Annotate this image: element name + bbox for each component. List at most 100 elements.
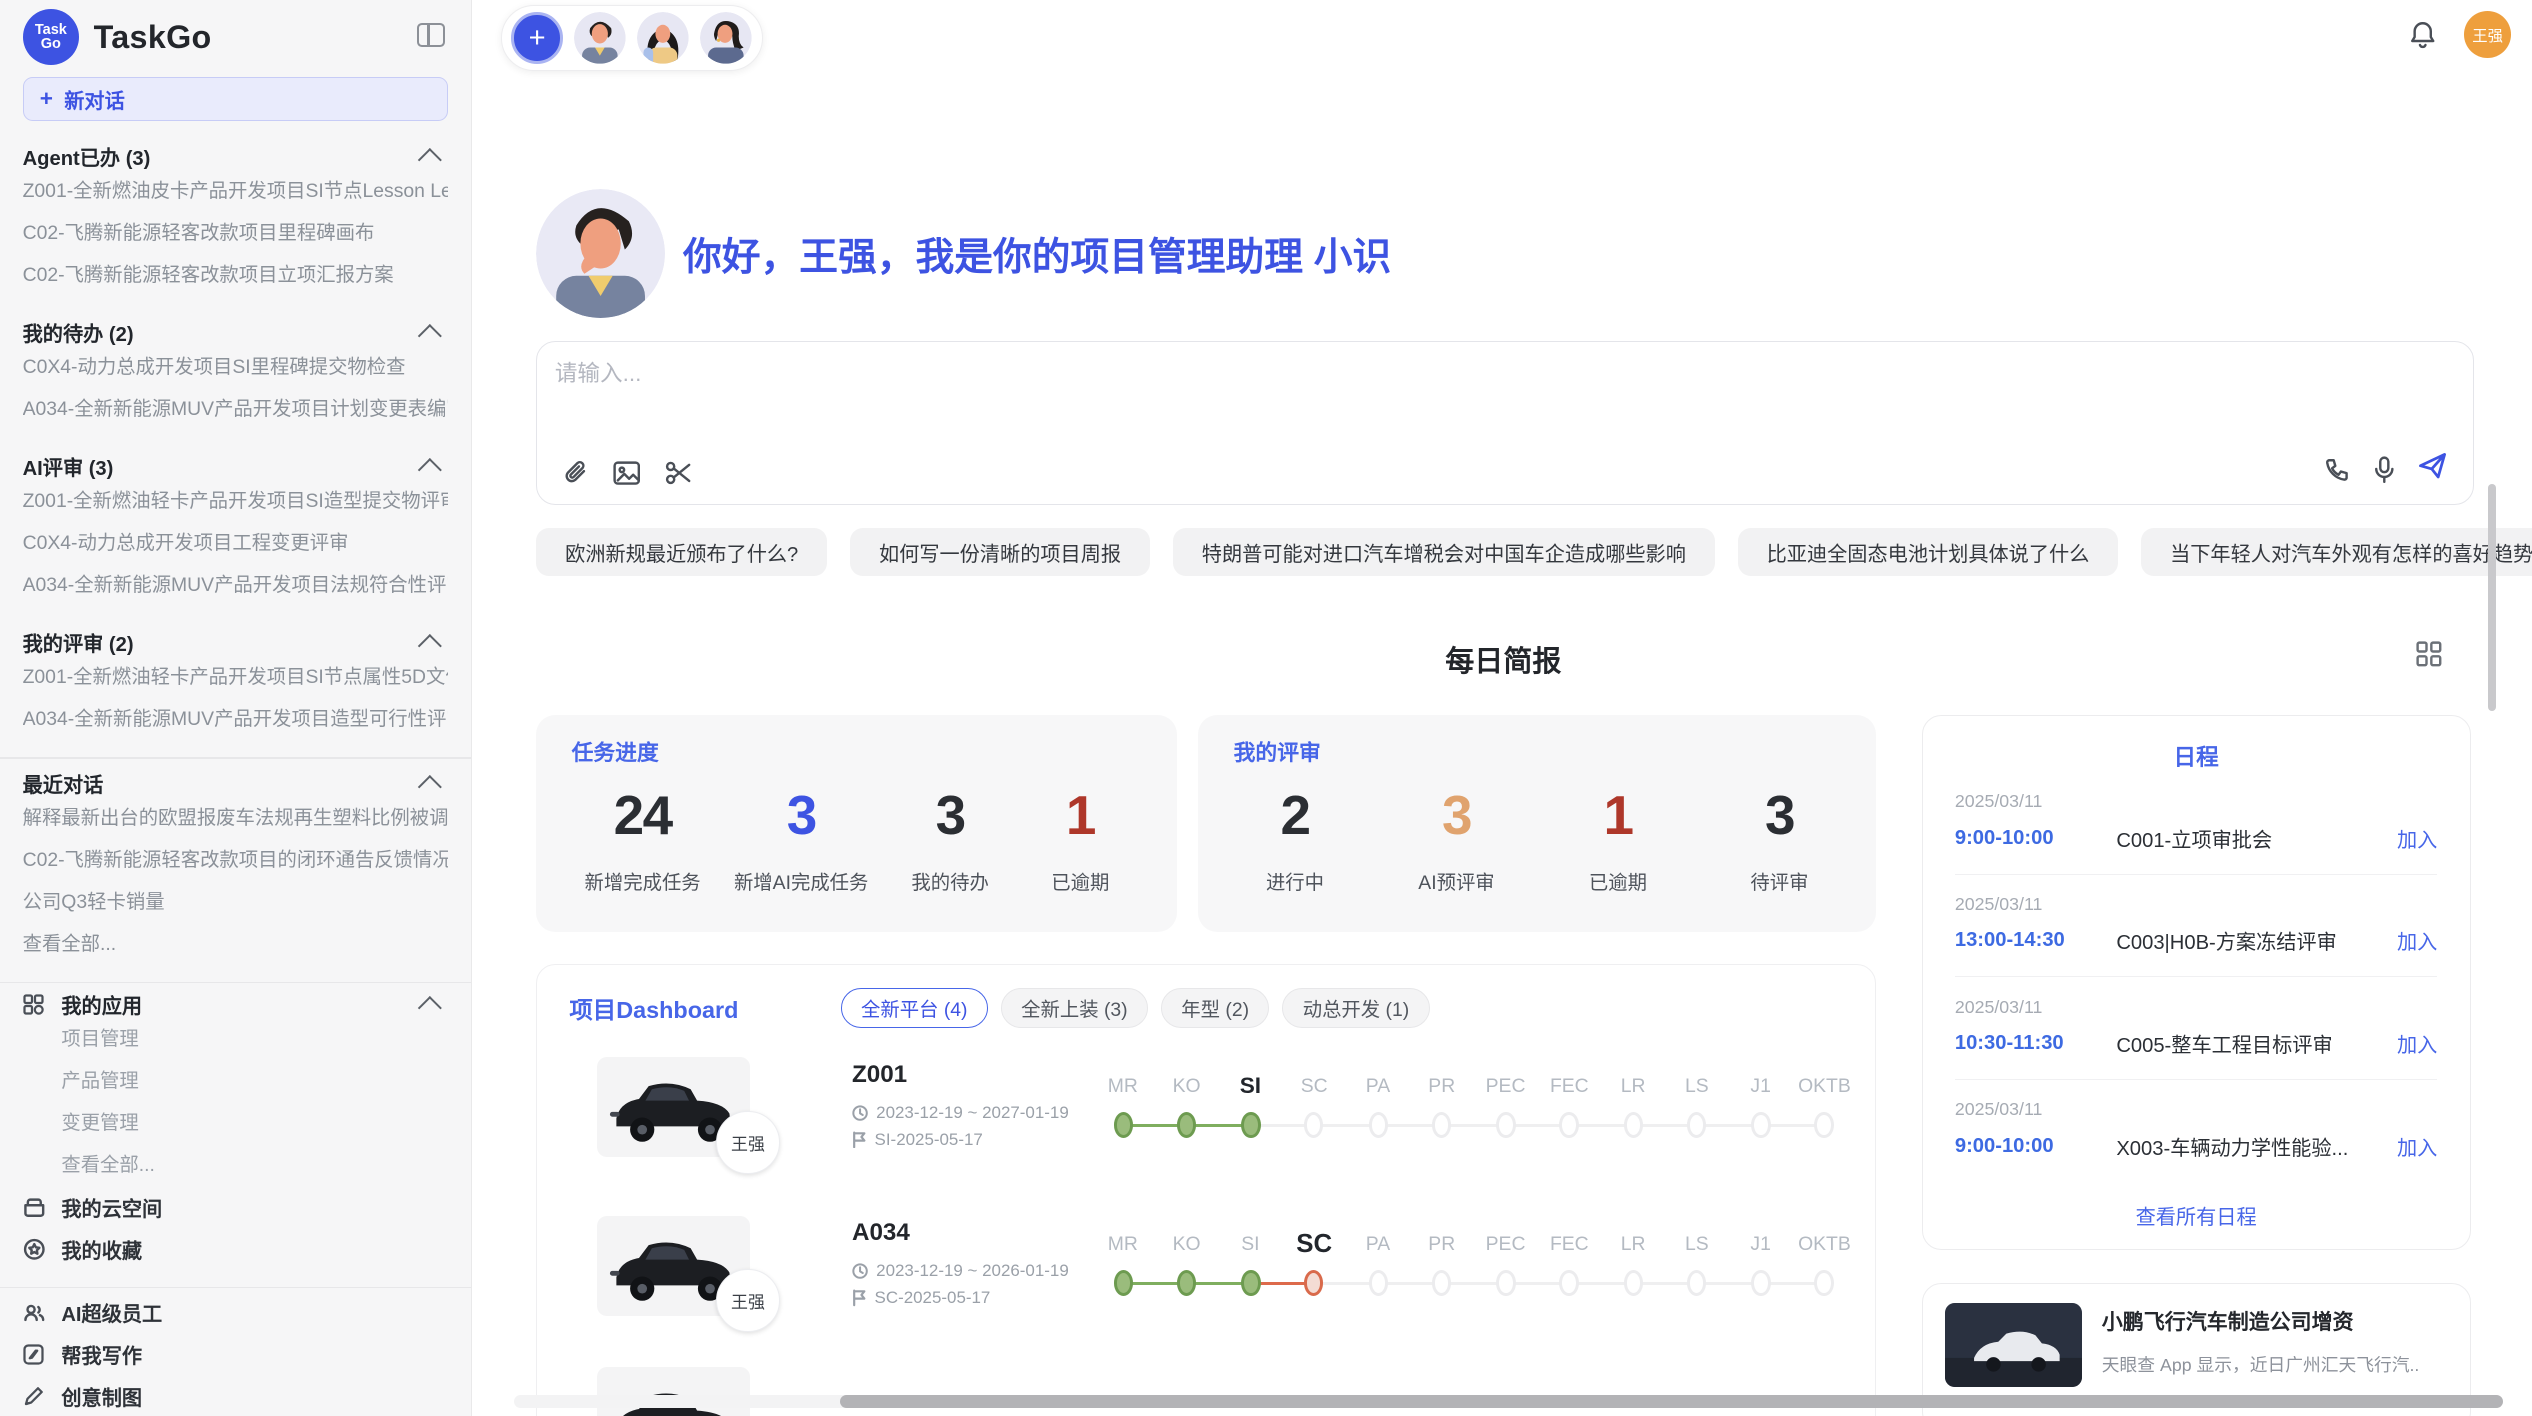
horizontal-scrollbar-track — [514, 1395, 2494, 1408]
event-date: 2025/03/11 — [1955, 894, 2437, 915]
event-date: 2025/03/11 — [1955, 997, 2437, 1018]
send-icon[interactable] — [2418, 452, 2447, 486]
filter-chip-body[interactable]: 全新上装 (3) — [1001, 988, 1148, 1029]
schedule-title: 日程 — [1955, 739, 2437, 772]
stat-cards: 任务进度 24新增完成任务 3新增AI完成任务 3我的待办 1已逾期 我的评审 … — [536, 715, 1876, 931]
sidebar-item[interactable]: A034-全新新能源MUV产品开发项目造型可行性评审 — [23, 699, 448, 741]
sidebar-item-ai-staff[interactable]: AI超级员工 — [23, 1292, 448, 1334]
recent-chat-item[interactable]: C02-飞腾新能源轻客改款项目的闭环通告反馈情况 — [23, 840, 448, 882]
join-link[interactable]: 加入 — [2397, 926, 2437, 955]
sidebar-item[interactable]: Z001-全新燃油轻卡产品开发项目SI节点属性5D文件评审 — [23, 657, 448, 699]
section-my-todo[interactable]: 我的待办 (2) — [23, 318, 448, 347]
sidebar-item[interactable]: C02-飞腾新能源轻客改款项目立项汇报方案 — [23, 255, 448, 297]
sidebar-item[interactable]: Z001-全新燃油轻卡产品开发项目SI造型提交物评审 — [23, 481, 448, 523]
join-link[interactable]: 加入 — [2397, 1132, 2437, 1161]
milestone-dot — [1687, 1270, 1706, 1296]
suggestion-chip[interactable]: 比亚迪全固态电池计划具体说了什么 — [1738, 528, 2119, 576]
milestone-dot-done — [1114, 1112, 1133, 1138]
phone-icon[interactable] — [2324, 457, 2350, 483]
agent-avatar-1[interactable] — [574, 12, 626, 64]
event-name: C003|H0B-方案冻结评审 — [2116, 926, 2397, 955]
microphone-icon[interactable] — [2373, 456, 2396, 483]
scissors-icon[interactable] — [665, 460, 692, 486]
app-title: TaskGo — [94, 19, 212, 56]
sidebar-collapse-icon[interactable] — [417, 23, 444, 47]
chevron-up-icon[interactable] — [418, 634, 441, 657]
event-date: 2025/03/11 — [1955, 791, 2437, 812]
project-dates: 2023-12-19 ~ 2027-01-19 — [852, 1103, 1069, 1123]
section-agent-done[interactable]: Agent已办 (3) — [23, 142, 448, 171]
horizontal-scrollbar-thumb[interactable] — [840, 1395, 2503, 1408]
filter-chip-year[interactable]: 年型 (2) — [1161, 988, 1270, 1029]
layout-grid-icon[interactable] — [2416, 641, 2442, 667]
sidebar-item-favorites[interactable]: 我的收藏 — [23, 1229, 448, 1271]
logo-line1: Task — [35, 23, 67, 38]
chat-input[interactable] — [552, 351, 2335, 438]
stat-new-done: 24新增完成任务 — [585, 783, 701, 894]
stat-ai-prereview: 3AI预评审 — [1408, 783, 1505, 894]
owner-badge: 王强 — [716, 1111, 779, 1174]
project-car-image: 王强 — [597, 1216, 750, 1316]
sidebar-item[interactable]: C0X4-动力总成开发项目SI里程碑提交物检查 — [23, 347, 448, 389]
project-row[interactable]: 王强 A034 2023-12-19 ~ 2026-01-19 SC-2025-… — [569, 1216, 1843, 1345]
sidebar-item-write-helper[interactable]: 帮我写作 — [23, 1334, 448, 1376]
project-flag-date: SC-2025-05-17 — [852, 1288, 1069, 1308]
sidebar-item[interactable]: C0X4-动力总成开发项目工程变更评审 — [23, 523, 448, 565]
divider — [0, 982, 471, 984]
agent-avatar-2[interactable] — [637, 12, 689, 64]
app-item-project-mgmt[interactable]: 项目管理 — [23, 1019, 448, 1061]
filter-chip-powertrain[interactable]: 动总开发 (1) — [1282, 988, 1429, 1029]
vertical-scrollbar-thumb[interactable] — [2488, 484, 2496, 710]
sidebar-item-creative-draw[interactable]: 创意制图 — [23, 1376, 448, 1416]
view-all-link[interactable]: 查看全部... — [23, 924, 448, 966]
chevron-up-icon[interactable] — [418, 996, 441, 1019]
section-ai-review[interactable]: AI评审 (3) — [23, 452, 448, 481]
app-item-change-mgmt[interactable]: 变更管理 — [23, 1103, 448, 1145]
section-my-review[interactable]: 我的评审 (2) — [23, 628, 448, 657]
section-recent[interactable]: 最近对话 — [23, 769, 448, 798]
suggestion-chip[interactable]: 欧洲新规最近颁布了什么? — [536, 528, 827, 576]
join-link[interactable]: 加入 — [2397, 824, 2437, 853]
sidebar-item[interactable]: A034-全新新能源MUV产品开发项目法规符合性评审 — [23, 565, 448, 607]
milestone-dot-done — [1177, 1112, 1196, 1138]
section-my-apps[interactable]: 我的应用 — [23, 990, 448, 1019]
milestone-dot — [1559, 1270, 1578, 1296]
add-agent-button[interactable]: + — [511, 12, 563, 64]
schedule-event: 2025/03/11 10:30-11:30 C005-整车工程目标评审 加入 — [1955, 977, 2437, 1080]
greeting: 你好，王强，我是你的项目管理助理 小识 — [536, 0, 2471, 318]
pen-icon — [23, 1386, 47, 1407]
sidebar-item[interactable]: A034-全新新能源MUV产品开发项目计划变更表编写 — [23, 389, 448, 431]
agent-avatar-3[interactable] — [700, 12, 752, 64]
event-time: 13:00-14:30 — [1955, 929, 2116, 952]
daily-brief-header: 每日简报 — [536, 638, 2471, 674]
sidebar-item-cloud[interactable]: 我的云空间 — [23, 1187, 448, 1229]
view-all-link[interactable]: 查看全部... — [23, 1145, 448, 1187]
card-title: 任务进度 — [572, 736, 1142, 767]
app-item-product-mgmt[interactable]: 产品管理 — [23, 1061, 448, 1103]
attachment-icon[interactable] — [563, 459, 589, 486]
project-row[interactable]: 王强 Z001 2023-12-19 ~ 2027-01-19 SI-2025-… — [569, 1057, 1843, 1186]
suggestion-chip[interactable]: 如何写一份清晰的项目周报 — [850, 528, 1150, 576]
suggestion-chip[interactable]: 特朗普可能对进口汽车增税会对中国车企造成哪些影响 — [1173, 528, 1715, 576]
milestone-dot-done — [1114, 1270, 1133, 1296]
chevron-up-icon[interactable] — [418, 324, 441, 347]
view-all-schedule-link[interactable]: 查看所有日程 — [1955, 1201, 2437, 1230]
my-review-card: 我的评审 2进行中 3AI预评审 1已逾期 3待评审 — [1198, 715, 1876, 931]
schedule-event: 2025/03/11 13:00-14:30 C003|H0B-方案冻结评审 加… — [1955, 875, 2437, 978]
sidebar-item[interactable]: Z001-全新燃油皮卡产品开发项目SI节点Lesson Learn报告 — [23, 171, 448, 213]
plus-icon: + — [40, 88, 53, 111]
chevron-up-icon[interactable] — [418, 458, 441, 481]
user-avatar[interactable]: 王强 — [2464, 11, 2511, 58]
suggestion-chip[interactable]: 当下年轻人对汽车外观有怎样的喜好趋势 — [2141, 528, 2532, 576]
chevron-up-icon[interactable] — [418, 148, 441, 171]
divider — [0, 1287, 471, 1289]
new-chat-button[interactable]: + 新对话 — [23, 77, 448, 121]
recent-chat-item[interactable]: 公司Q3轻卡销量 — [23, 882, 448, 924]
image-icon[interactable] — [613, 461, 640, 485]
join-link[interactable]: 加入 — [2397, 1029, 2437, 1058]
bell-icon[interactable] — [2409, 20, 2436, 49]
sidebar-item[interactable]: C02-飞腾新能源轻客改款项目里程碑画布 — [23, 213, 448, 255]
recent-chat-item[interactable]: 解释最新出台的欧盟报废车法规再生塑料比例被调至15%... — [23, 798, 448, 840]
chevron-up-icon[interactable] — [418, 775, 441, 798]
filter-chip-platform[interactable]: 全新平台 (4) — [841, 988, 988, 1029]
